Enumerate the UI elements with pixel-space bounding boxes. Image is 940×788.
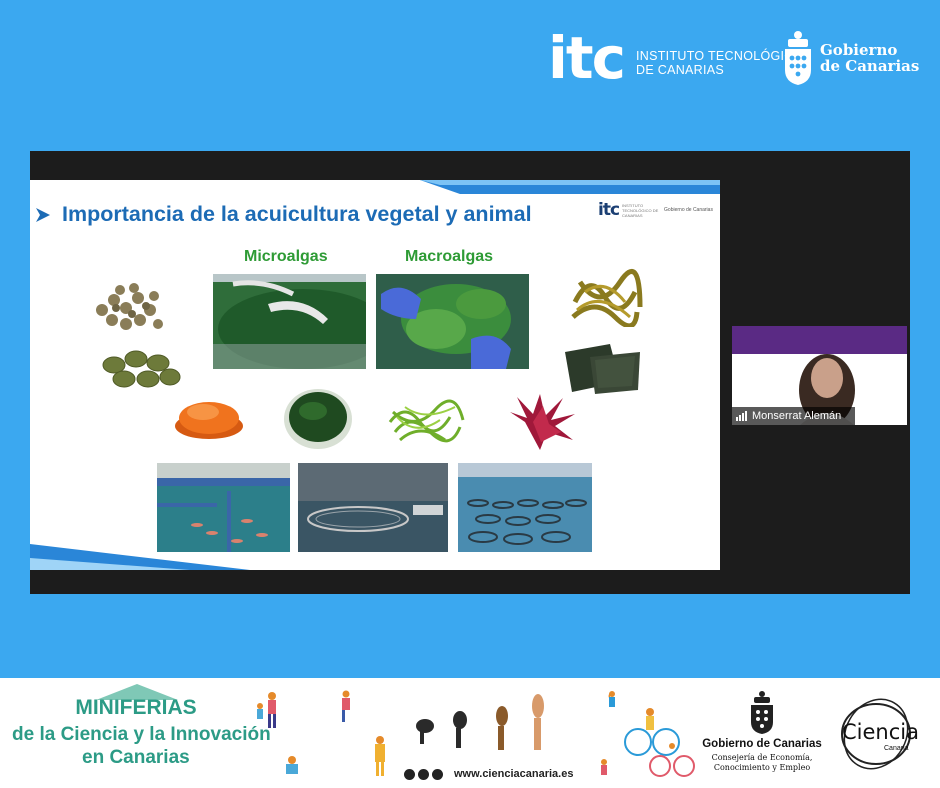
participant-video-tile[interactable]: Monserrat Alemán <box>732 326 907 425</box>
slide-top-decoration <box>420 180 720 194</box>
itc-name: INSTITUTO TECNOLÓGIC DE CANARIAS <box>636 39 794 77</box>
gobierno-footer-dept: Consejería de Economía, Conocimiento y E… <box>702 753 822 773</box>
slide-title: Importancia de la acuicultura vegetal y … <box>62 202 532 226</box>
astaxanthin-powder-image <box>175 402 243 439</box>
social-icons <box>404 769 443 780</box>
slide-gobierno-text: Gobierno de Canarias <box>664 207 713 213</box>
nori-sheets-image <box>565 344 640 394</box>
spirulina-dish-image <box>284 389 352 449</box>
gobierno-dept-line1: Consejería de Economía, <box>711 753 813 762</box>
ciencia-text: Ciencia <box>842 720 919 744</box>
itc-logo: itc INSTITUTO TECNOLÓGIC DE CANARIAS <box>548 28 794 88</box>
slide-itc-mark: itc <box>598 200 620 220</box>
gobierno-line2: de Canarias <box>820 57 920 75</box>
slide-logos: itc INSTITUTO TECNOLÓGICO DE CANARIAS Go… <box>598 200 713 220</box>
shared-slide[interactable]: Importancia de la acuicultura vegetal y … <box>30 180 720 570</box>
microalgae-pond-image <box>213 274 366 369</box>
twitter-icon[interactable] <box>418 769 429 780</box>
bullet-arrow-icon <box>36 208 50 222</box>
signal-strength-icon <box>736 411 747 421</box>
coat-of-arms-small-icon <box>751 691 773 734</box>
label-macroalgas: Macroalgas <box>405 248 494 265</box>
itc-name-line1: INSTITUTO TECNOLÓGIC <box>636 49 794 63</box>
itc-name-line2: DE CANARIAS <box>636 63 725 77</box>
gobierno-footer-logo: Gobierno de Canarias Consejería de Econo… <box>702 738 822 773</box>
participant-name-bar: Monserrat Alemán <box>732 407 855 425</box>
cyclists-illustration <box>601 691 695 777</box>
gobierno-dept-line2: Conocimiento y Empleo <box>713 763 811 772</box>
participant-name: Monserrat Alemán <box>752 410 842 422</box>
ciencia-sub-text: Canaria <box>884 745 909 752</box>
fish-farm-image <box>157 463 290 552</box>
coat-of-arms-icon <box>785 31 811 85</box>
instagram-icon[interactable] <box>432 769 443 780</box>
miniferias-subtitle: de la Ciencia y la Innovación <box>12 724 271 745</box>
slide-itc-text: INSTITUTO TECNOLÓGICO DE CANARIAS <box>622 202 659 218</box>
facebook-icon[interactable] <box>404 769 415 780</box>
itc-mark: itc <box>548 24 626 92</box>
gobierno-line1: Gobierno <box>820 41 898 59</box>
gobierno-name: Gobierno de Canarias <box>820 42 919 74</box>
gobierno-footer-title: Gobierno de Canarias <box>702 738 822 750</box>
website-link[interactable]: www.cienciacanaria.es <box>454 768 573 780</box>
wakame-salad-image <box>388 399 465 443</box>
miniferias-title: MINIFERIAS <box>75 696 197 719</box>
red-seaweed-image <box>510 394 575 450</box>
offshore-cage-image <box>298 463 448 552</box>
miniferias-subtitle-2: en Canarias <box>82 747 190 768</box>
spirulina-tablets-image <box>102 350 181 388</box>
footer-banner: MINIFERIAS de la Ciencia y la Innovación… <box>0 678 940 788</box>
ciencia-canaria-logo: Ciencia Canaria <box>838 696 919 772</box>
gobierno-canarias-logo: Gobierno de Canarias <box>782 30 919 86</box>
aerial-cages-image <box>458 463 592 552</box>
macroalgae-hands-image <box>376 274 529 369</box>
kelp-image <box>571 268 643 327</box>
label-microalgas: Microalgas <box>244 248 328 265</box>
pellets-image <box>96 283 163 330</box>
